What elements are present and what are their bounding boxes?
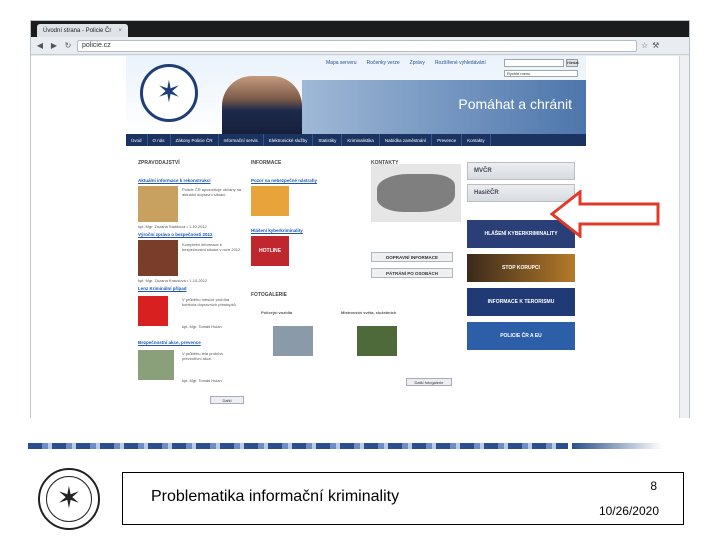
photo-thumbnail[interactable]: [357, 326, 397, 356]
banner-slogan: Pomáhat a chránit: [458, 96, 572, 112]
top-link[interactable]: Zprávy: [410, 60, 425, 66]
news-thumbnail[interactable]: [138, 350, 174, 380]
footer-box: Problematika informační kriminality 8 10…: [122, 472, 684, 525]
photo-caption[interactable]: Mistrovství světa, služebních: [341, 310, 421, 315]
tab-close-icon[interactable]: ×: [118, 28, 122, 34]
top-link[interactable]: Mapa serveru: [326, 60, 357, 66]
decorative-stripe-fade: [572, 443, 662, 449]
more-news-button[interactable]: Další: [210, 396, 244, 404]
star-icon[interactable]: ☆: [641, 41, 648, 50]
nav-item[interactable]: Statistiky: [313, 134, 343, 146]
info-heading: INFORMACE: [251, 160, 282, 166]
news-link[interactable]: Výroční zpráva o bezpečnosti 2012: [138, 232, 213, 237]
news-author: kpt. Mgr. Zuzana Stašková • 1.10.2012: [138, 224, 207, 229]
nav-item[interactable]: Kriminalistika: [342, 134, 380, 146]
site-search-input[interactable]: [504, 59, 564, 67]
url-text: policie.cz: [82, 42, 111, 49]
police-crest-logo[interactable]: ✶: [140, 64, 198, 122]
gallery-heading: FOTOGALERIE: [251, 292, 288, 298]
browser-toolbar: ◀ ▶ ↻ policie.cz ☆ ⚒: [31, 37, 689, 55]
nav-item[interactable]: Zákony Policie ČR: [171, 134, 219, 146]
browser-tab[interactable]: Úvodní strana - Policie Čr ×: [37, 24, 128, 37]
nav-item[interactable]: O nás: [148, 134, 171, 146]
tab-bar: Úvodní strana - Policie Čr ×: [31, 21, 689, 37]
ambulance-thumbnail[interactable]: [251, 186, 289, 216]
photo-thumbnail[interactable]: [273, 326, 313, 356]
news-link[interactable]: Lenz Kriminální případ: [138, 286, 187, 291]
nav-item[interactable]: Kontakty: [462, 134, 491, 146]
police-website: Mapa serveru Ročenky verze Zprávy Rozšíř…: [126, 56, 586, 418]
news-thumbnail[interactable]: [138, 240, 178, 276]
logo-ring: [46, 476, 92, 522]
wanted-persons-button[interactable]: PÁTRÁNÍ PO OSOBÁCH: [371, 268, 453, 278]
map-shape: [377, 174, 455, 212]
page-number: 8: [650, 479, 657, 493]
news-author: kpt. Mgr. Zuzana Krausová • 1.10.2012: [138, 278, 208, 283]
top-links: Mapa serveru Ročenky verze Zprávy Rozšíř…: [326, 60, 486, 66]
quick-menu-select[interactable]: Rychlé menu: [504, 70, 578, 77]
wrench-icon[interactable]: ⚒: [652, 41, 659, 50]
reload-icon[interactable]: ↻: [63, 41, 73, 50]
news-link[interactable]: Bezpečnostní akce, prevence: [138, 340, 201, 345]
news-text: Policie ČR upozorňuje občany na aktuální…: [182, 187, 242, 197]
top-link[interactable]: Ročenky verze: [367, 60, 400, 66]
news-text: V průběhu léta probíhá preventivní akce.: [182, 351, 223, 361]
stop-sign-thumbnail[interactable]: [138, 296, 168, 326]
nav-item[interactable]: Informační servis: [219, 134, 264, 146]
news-author: kpt. Mgr. Tomáš Hulan: [182, 324, 222, 329]
site-search-button[interactable]: Hledat: [566, 59, 579, 67]
czech-map[interactable]: [371, 164, 461, 222]
nav-item[interactable]: Elektronické služby: [264, 134, 314, 146]
decorative-stripe: [28, 443, 568, 449]
tab-title: Úvodní strana - Policie Čr: [43, 27, 112, 34]
news-text: Kompletní informace k bezpečnostní situa…: [182, 242, 242, 252]
police-eu-button[interactable]: POLICIE ČR A EU: [467, 322, 575, 350]
slide-title: Problematika informační kriminality: [151, 488, 400, 505]
info-link[interactable]: Hlášení kyberkriminality: [251, 228, 303, 233]
news-link[interactable]: Aktuální informace k rekonstrukcí: [138, 178, 211, 183]
slide: Úvodní strana - Policie Čr × ◀ ▶ ↻ polic…: [0, 0, 720, 540]
officer-photo: [222, 76, 302, 134]
nav-item[interactable]: Prevence: [432, 134, 463, 146]
site-navbar: Úvod O nás Zákony Policie ČR Informační …: [126, 134, 586, 146]
site-banner: Pomáhat a chránit: [302, 80, 586, 134]
police-logo: ✶: [38, 468, 100, 530]
news-author: kpt. Mgr. Tomáš Hulan: [182, 378, 222, 383]
address-bar[interactable]: policie.cz: [77, 39, 637, 52]
star-emblem-icon: ✶: [156, 76, 182, 109]
top-link[interactable]: Rozšířené vyhledávání: [435, 60, 486, 66]
photo-caption[interactable]: Policejní vozidla: [261, 310, 292, 315]
back-icon[interactable]: ◀: [35, 41, 45, 50]
news-thumbnail[interactable]: [138, 186, 178, 222]
traffic-info-button[interactable]: DOPRAVNÍ INFORMACE: [371, 252, 453, 262]
vertical-scrollbar[interactable]: [679, 56, 689, 418]
mvcr-button[interactable]: MVČR: [467, 162, 575, 180]
nav-item[interactable]: Nabídka zaměstnání: [380, 134, 433, 146]
hotline-thumbnail[interactable]: HOTLINE: [251, 236, 289, 266]
more-photos-button[interactable]: Další fotogalerie: [406, 378, 452, 386]
info-link[interactable]: Pozor na nebezpečné nástrahy: [251, 178, 317, 183]
forward-icon[interactable]: ▶: [49, 41, 59, 50]
news-text: V průběhu měsíce probíhá kontrola doprav…: [182, 297, 237, 307]
red-arrow-icon: [550, 190, 660, 238]
terrorism-info-button[interactable]: INFORMACE K TERORISMU: [467, 288, 575, 316]
news-heading: ZPRAVODAJSTVÍ: [138, 160, 180, 166]
nav-item[interactable]: Úvod: [126, 134, 148, 146]
stop-corruption-button[interactable]: STOP KORUPCI: [467, 254, 575, 282]
slide-date: 10/26/2020: [598, 504, 659, 518]
